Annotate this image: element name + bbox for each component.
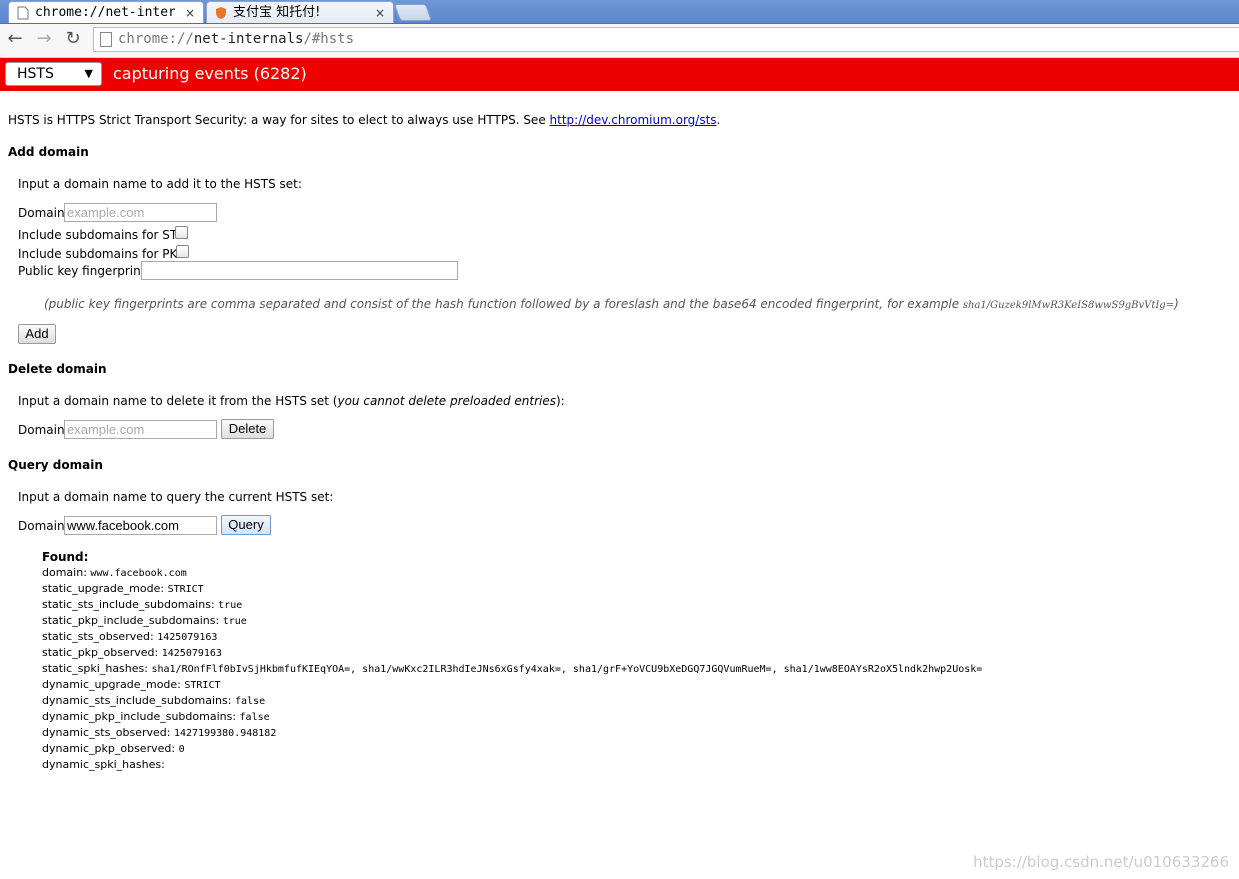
view-select[interactable]: HSTS ▼: [5, 62, 102, 86]
view-select-value: HSTS: [17, 66, 54, 82]
result-value: STRICT: [167, 584, 204, 595]
result-key: static_sts_observed:: [42, 630, 154, 643]
tab-title: 支付宝 知托付!: [233, 5, 321, 20]
result-key: static_pkp_include_subdomains:: [42, 614, 220, 627]
shield-icon: [215, 6, 227, 20]
sts-subdomains-checkbox[interactable]: [175, 226, 188, 239]
back-arrow-icon[interactable]: ←: [4, 28, 26, 50]
tab-alipay[interactable]: 支付宝 知托付! ×: [206, 1, 394, 23]
close-tab-icon[interactable]: ×: [375, 2, 385, 24]
result-row: static_pkp_include_subdomains: true: [42, 613, 247, 630]
capture-status: capturing events (6282): [113, 64, 307, 83]
page-icon: [100, 32, 112, 47]
result-row: domain: www.facebook.com: [42, 565, 187, 582]
delete-instruction: Input a domain name to delete it from th…: [18, 394, 565, 408]
result-value: true: [218, 600, 243, 611]
tab-title: chrome://net-inter: [35, 5, 175, 20]
query-domain-input[interactable]: [64, 516, 217, 535]
result-row: static_spki_hashes: sha1/ROnfFlf0bIvSjHk…: [42, 661, 982, 678]
toolbar: ← → ↻ chrome://net-internals/#hsts: [0, 24, 1239, 58]
address-bar[interactable]: chrome://net-internals/#hsts: [93, 27, 1239, 52]
result-found-label: Found:: [42, 550, 89, 564]
result-key: dynamic_upgrade_mode:: [42, 678, 181, 691]
chevron-down-icon: ▼: [84, 67, 93, 80]
result-key: dynamic_sts_include_subdomains:: [42, 694, 232, 707]
result-row: dynamic_sts_include_subdomains: false: [42, 693, 265, 710]
result-row: static_pkp_observed: 1425079163: [42, 645, 222, 662]
result-value: www.facebook.com: [90, 568, 187, 579]
result-row: static_sts_observed: 1425079163: [42, 629, 217, 646]
result-value: false: [239, 712, 270, 723]
result-row: dynamic_upgrade_mode: STRICT: [42, 677, 221, 694]
page-icon: [17, 6, 29, 20]
tab-strip: chrome://net-inter × 支付宝 知托付! ×: [0, 0, 1239, 24]
url-text: chrome://net-internals/#hsts: [118, 31, 355, 47]
intro-text: HSTS is HTTPS Strict Transport Security:…: [8, 113, 721, 127]
sts-link[interactable]: http://dev.chromium.org/sts: [550, 113, 717, 127]
result-value: 1425079163: [157, 632, 218, 643]
result-key: static_sts_include_subdomains:: [42, 598, 215, 611]
result-value: true: [222, 616, 247, 627]
sts-subdomains-label: Include subdomains for STS:: [18, 228, 189, 242]
result-row: dynamic_sts_observed: 1427199380.948182: [42, 725, 276, 742]
watermark: https://blog.csdn.net/u010633266: [973, 853, 1229, 871]
result-key: dynamic_pkp_observed:: [42, 742, 176, 755]
query-instruction: Input a domain name to query the current…: [18, 490, 334, 504]
result-value: sha1/ROnfFlf0bIvSjHkbmfufKIEqYOA=, sha1/…: [151, 664, 983, 675]
delete-domain-heading: Delete domain: [8, 362, 107, 376]
result-row: static_sts_include_subdomains: true: [42, 597, 242, 614]
delete-domain-input[interactable]: [64, 420, 217, 439]
delete-button[interactable]: Delete: [221, 419, 274, 439]
query-domain-label: Domain:: [18, 519, 69, 533]
fingerprints-label: Public key fingerprints:: [18, 264, 156, 278]
delete-domain-label: Domain:: [18, 423, 69, 437]
forward-arrow-icon[interactable]: →: [33, 28, 55, 50]
add-domain-heading: Add domain: [8, 145, 89, 159]
result-key: dynamic_spki_hashes:: [42, 758, 165, 771]
query-domain-heading: Query domain: [8, 458, 103, 472]
fingerprints-input[interactable]: [141, 261, 458, 280]
result-key: static_spki_hashes:: [42, 662, 148, 675]
result-key: static_upgrade_mode:: [42, 582, 165, 595]
result-row: dynamic_spki_hashes:: [42, 757, 165, 774]
pkp-subdomains-checkbox[interactable]: [176, 245, 189, 258]
fingerprints-note: (public key fingerprints are comma separ…: [44, 297, 1179, 311]
result-row: dynamic_pkp_observed: 0: [42, 741, 185, 758]
result-value: STRICT: [184, 680, 221, 691]
new-tab-button[interactable]: [393, 4, 433, 21]
result-key: dynamic_sts_observed:: [42, 726, 171, 739]
result-value: false: [234, 696, 266, 707]
result-key: dynamic_pkp_include_subdomains:: [42, 710, 237, 723]
query-button[interactable]: Query: [221, 515, 271, 535]
result-value: 0: [178, 744, 185, 755]
result-value: 1425079163: [161, 648, 222, 659]
tab-net-internals[interactable]: chrome://net-inter ×: [8, 1, 204, 23]
reload-icon[interactable]: ↻: [62, 28, 84, 50]
add-instruction: Input a domain name to add it to the HST…: [18, 177, 302, 191]
result-key: static_pkp_observed:: [42, 646, 159, 659]
close-tab-icon[interactable]: ×: [185, 2, 195, 24]
result-row: dynamic_pkp_include_subdomains: false: [42, 709, 270, 726]
add-domain-label: Domain:: [18, 206, 69, 220]
pkp-subdomains-label: Include subdomains for PKP:: [18, 247, 189, 261]
result-key: domain:: [42, 566, 87, 579]
result-row: static_upgrade_mode: STRICT: [42, 581, 204, 598]
result-value: 1427199380.948182: [174, 728, 277, 739]
add-button[interactable]: Add: [18, 324, 56, 344]
add-domain-input[interactable]: [64, 203, 217, 222]
